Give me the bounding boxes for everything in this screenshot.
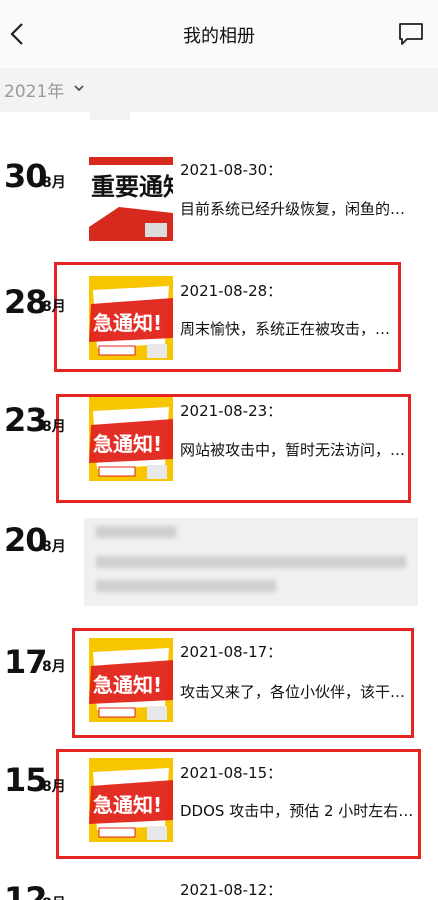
entry-month: 8月 — [42, 779, 66, 795]
entry-day: 12 — [4, 880, 48, 900]
entry-text: 周末愉快，系统正在被攻击，… — [180, 320, 391, 338]
entry-date: 2021-08-15： — [180, 764, 283, 782]
entry-day: 28 — [4, 283, 48, 321]
entry-text: 网站被攻击中，暂时无法访问，… — [180, 441, 406, 459]
notice-banner-image: 重要通知 — [89, 157, 173, 241]
thumb-text: 急通知! — [93, 793, 162, 817]
entry-date: 2021-08-17： — [180, 643, 283, 661]
entry-thumbnail[interactable]: 重要通知 — [89, 157, 173, 241]
thumb-text: 急通知! — [93, 311, 162, 335]
entry-day: 17 — [4, 643, 48, 681]
entry-date: 2021-08-30： — [180, 161, 283, 179]
entry-month: 8月 — [42, 175, 66, 191]
entry-text: 目前系统已经升级恢复，闲鱼的… — [180, 200, 406, 218]
entry-date: 2021-08-12： — [180, 881, 283, 899]
entry-thumbnail[interactable]: 急通知! — [89, 638, 173, 722]
entry-text: DDOS 攻击中，预估 2 小时左右… — [180, 802, 414, 820]
entry-thumbnail[interactable]: 急通知! — [89, 276, 173, 360]
chevron-down-icon[interactable] — [72, 81, 86, 95]
blurred-entry-content — [84, 518, 418, 606]
entry-day: 15 — [4, 761, 48, 799]
entry-thumbnail[interactable]: 急通知! — [89, 758, 173, 842]
message-icon[interactable] — [398, 21, 424, 47]
urgent-notice-image: 急通知! — [89, 397, 173, 481]
urgent-notice-image: 急通知! — [89, 276, 173, 360]
entry-day: 23 — [4, 401, 48, 439]
entry-text: 攻击又来了，各位小伙伴，该干… — [180, 683, 406, 701]
urgent-notice-image: 急通知! — [89, 638, 173, 722]
entry-month: 8月 — [42, 299, 66, 315]
previous-entry-fragment — [90, 112, 130, 120]
thumb-text: 急通知! — [93, 673, 162, 697]
entry-day: 30 — [4, 157, 48, 195]
entry-thumbnail[interactable]: 急通知! — [89, 397, 173, 481]
urgent-notice-image: 急通知! — [89, 758, 173, 842]
entry-month: 8月 — [42, 893, 66, 900]
entry-date: 2021-08-28： — [180, 282, 283, 300]
page-title: 我的相册 — [183, 26, 255, 47]
year-selector[interactable]: 2021年 — [4, 77, 64, 102]
year-filter-bar: 2021年 — [0, 68, 438, 112]
entry-month: 8月 — [42, 539, 66, 555]
entry-month: 8月 — [42, 419, 66, 435]
top-bar: 我的相册 — [0, 0, 438, 68]
entry-month: 8月 — [42, 659, 66, 675]
thumb-text: 重要通知 — [91, 173, 173, 201]
entry-date: 2021-08-23： — [180, 402, 283, 420]
entry-day: 20 — [4, 521, 48, 559]
thumb-text: 急通知! — [93, 432, 162, 456]
